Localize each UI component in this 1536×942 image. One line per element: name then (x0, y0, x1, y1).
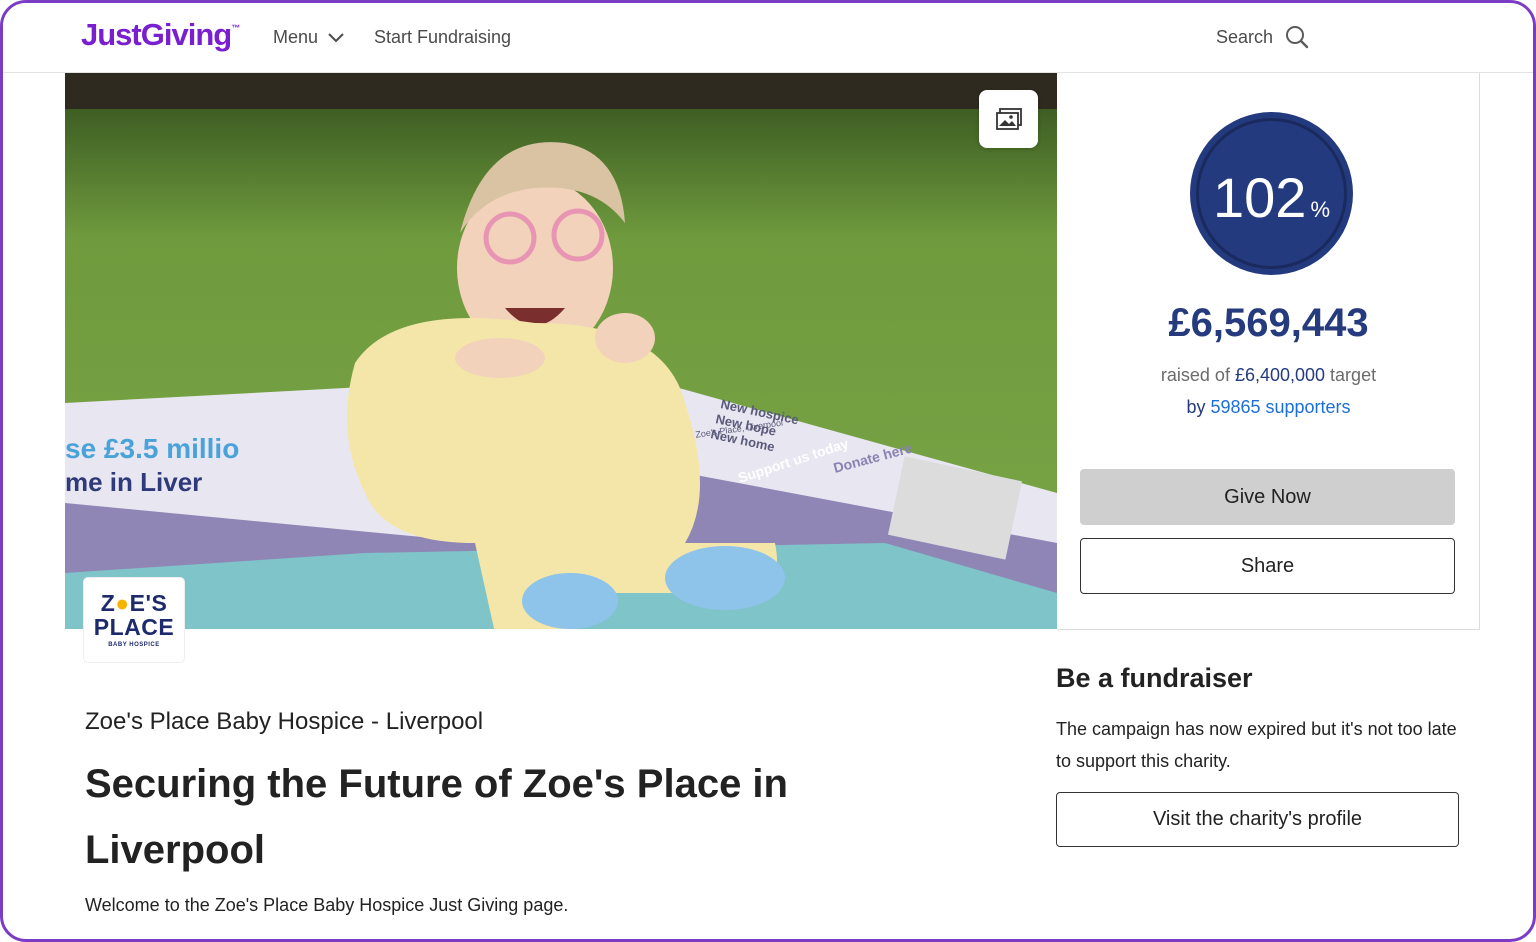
search-label: Search (1216, 26, 1274, 47)
visit-charity-profile-button[interactable]: Visit the charity's profile (1056, 792, 1459, 847)
search-button[interactable]: Search (1216, 25, 1309, 49)
justgiving-logo[interactable]: JustGiving™ (81, 17, 240, 53)
welcome-text: Welcome to the Zoe's Place Baby Hospice … (85, 895, 569, 915)
progress-ring: 102 % (1190, 112, 1353, 275)
charity-logo-line2: PLACE (93, 614, 175, 640)
page-title: Securing the Future of Zoe's Place in Li… (85, 762, 788, 872)
supporters-line: by 59865 supporters (1057, 397, 1480, 418)
give-now-button[interactable]: Give Now (1080, 469, 1455, 525)
banner-text-2: me in Liver (65, 467, 202, 497)
image-gallery-icon (995, 108, 1022, 130)
progress-percent-sign: % (1310, 197, 1330, 222)
amount-raised: £6,569,443 (1168, 301, 1369, 345)
top-navigation: JustGiving™ Menu Start Fundraising Searc… (3, 3, 1533, 73)
charity-logo-line3: BABY HOSPICE (108, 642, 160, 648)
progress-percent: 102 (1213, 166, 1307, 229)
target-suffix: target (1325, 365, 1377, 385)
charity-name[interactable]: Zoe's Place Baby Hospice - Liverpool (85, 708, 483, 736)
by-prefix: by (1186, 397, 1211, 417)
logo-text: JustGiving (81, 17, 232, 52)
raised-prefix: raised of (1160, 365, 1235, 385)
hero-photo: se £3.5 millio me in Liver New hospice N… (65, 73, 1057, 629)
share-button[interactable]: Share (1080, 538, 1455, 594)
search-icon (1286, 26, 1309, 49)
supporters-link[interactable]: 59865 supporters (1210, 397, 1350, 417)
target-line: raised of £6,400,000 target (1057, 365, 1480, 386)
donation-panel: 102 % £6,569,443 raised of £6,400,000 ta… (1057, 73, 1480, 630)
browser-frame: JustGiving™ Menu Start Fundraising Searc… (0, 0, 1536, 942)
gallery-button[interactable] (979, 90, 1038, 148)
banner-text-1: se £3.5 millio (65, 433, 239, 464)
charity-logo[interactable]: Z●E'S PLACE BABY HOSPICE (84, 578, 184, 662)
sun-icon: ● (115, 590, 130, 616)
menu-label: Menu (273, 27, 319, 47)
start-fundraising-link[interactable]: Start Fundraising (374, 27, 511, 48)
charity-logo-line1: Z●E'S (100, 590, 168, 616)
logo-trademark: ™ (231, 23, 240, 33)
menu-button[interactable]: Menu (273, 27, 344, 48)
target-amount: £6,400,000 (1234, 365, 1326, 385)
fundraiser-heading: Be a fundraiser (1056, 663, 1253, 693)
fundraiser-text: The campaign has now expired but it's no… (1056, 719, 1457, 771)
chevron-down-icon (328, 32, 344, 42)
hero-image: se £3.5 millio me in Liver New hospice N… (65, 73, 1057, 629)
